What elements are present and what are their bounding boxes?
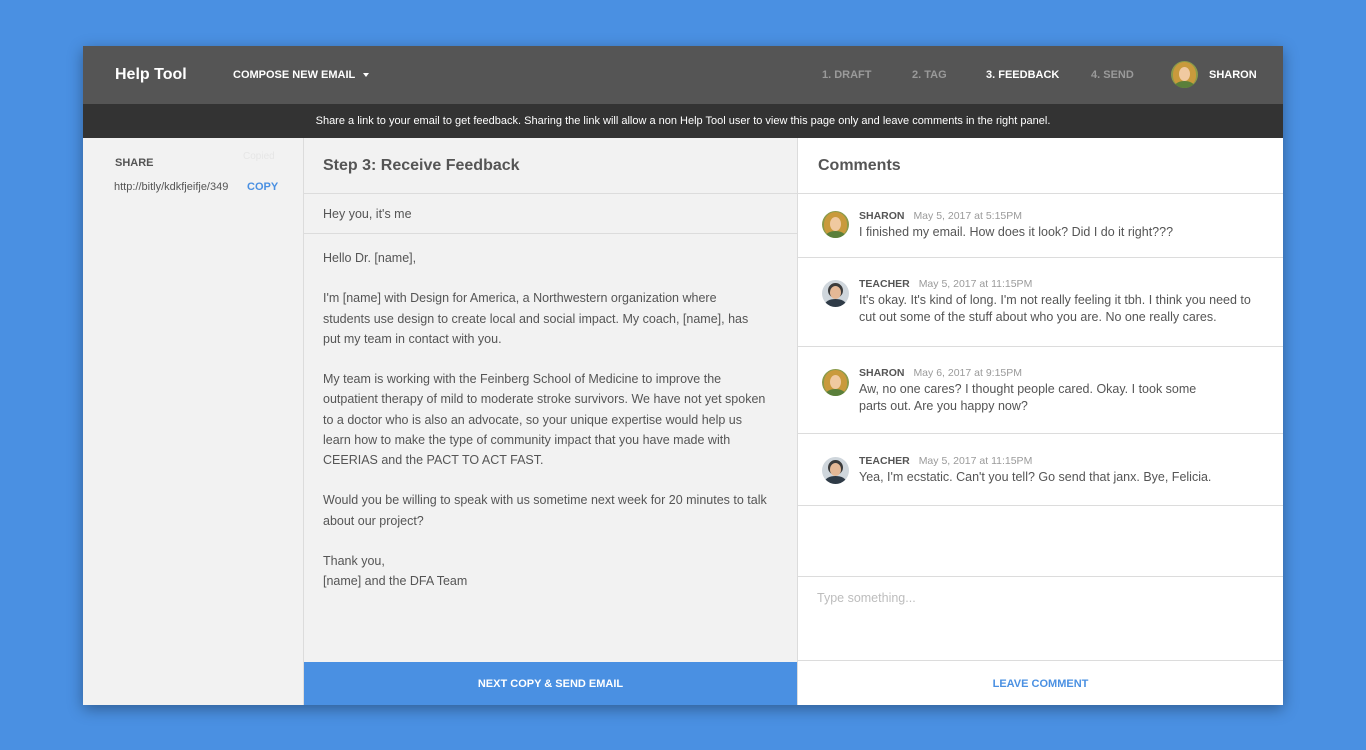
comment-item: SHARON May 6, 2017 at 9:15PM Aw, no one …	[798, 347, 1283, 434]
comment-author: SHARON	[859, 367, 905, 379]
compose-label: COMPOSE NEW EMAIL	[233, 69, 356, 81]
app-window: Help Tool COMPOSE NEW EMAIL 1. DRAFT 2. …	[83, 46, 1283, 705]
teacher-avatar	[822, 457, 849, 484]
share-panel: SHARE Copied http://bitly/kdkfjeifje/349…	[83, 138, 304, 705]
copy-link-button[interactable]: COPY	[247, 181, 278, 193]
step-send[interactable]: 4. SEND	[1091, 69, 1134, 81]
email-paragraph: My team is working with the Feinberg Sch…	[323, 372, 766, 467]
comment-text: Yea, I'm ecstatic. Can't you tell? Go se…	[859, 470, 1212, 484]
comment-input-area	[798, 576, 1283, 661]
teacher-avatar	[822, 280, 849, 307]
share-info-banner: Share a link to your email to get feedba…	[83, 104, 1283, 138]
sharon-avatar	[822, 211, 849, 238]
next-copy-send-button[interactable]: NEXT COPY & SEND EMAIL	[304, 662, 797, 705]
comment-meta: TEACHER May 5, 2017 at 11:15PM	[859, 278, 1032, 290]
main-content: SHARE Copied http://bitly/kdkfjeifje/349…	[83, 138, 1283, 705]
step-tag[interactable]: 2. TAG	[912, 69, 947, 81]
email-body: Hello Dr. [name], I'm [name] with Design…	[304, 234, 797, 591]
comment-text: I finished my email. How does it look? D…	[859, 225, 1174, 239]
caret-down-icon	[363, 73, 370, 77]
step-draft[interactable]: 1. DRAFT	[822, 69, 872, 81]
top-navigation-bar: Help Tool COMPOSE NEW EMAIL 1. DRAFT 2. …	[83, 46, 1283, 104]
comment-time: May 5, 2017 at 5:15PM	[913, 210, 1023, 222]
email-draft-panel: Step 3: Receive Feedback Hey you, it's m…	[304, 138, 798, 705]
share-label: SHARE	[115, 157, 154, 169]
step-feedback[interactable]: 3. FEEDBACK	[986, 69, 1059, 81]
email-paragraph: Hello Dr. [name],	[323, 251, 417, 265]
comment-author: TEACHER	[859, 278, 910, 290]
comment-item: TEACHER May 5, 2017 at 11:15PM Yea, I'm …	[798, 434, 1283, 506]
user-avatar	[1171, 61, 1198, 88]
share-url[interactable]: http://bitly/kdkfjeifje/349	[114, 181, 228, 193]
app-title[interactable]: Help Tool	[115, 66, 187, 84]
comment-meta: SHARON May 5, 2017 at 5:15PM	[859, 210, 1022, 222]
comment-text: Aw, no one cares? I thought people cared…	[859, 382, 1197, 413]
comment-time: May 6, 2017 at 9:15PM	[913, 367, 1023, 379]
comment-item: TEACHER May 5, 2017 at 11:15PM It's okay…	[798, 258, 1283, 347]
copied-indicator: Copied	[243, 151, 275, 162]
email-paragraph: I'm [name] with Design for America, a No…	[323, 291, 749, 346]
comments-title: Comments	[798, 138, 1283, 194]
banner-text: Share a link to your email to get feedba…	[315, 115, 1051, 127]
email-subject: Hey you, it's me	[304, 194, 797, 234]
email-signoff: Thank you,	[323, 553, 385, 568]
email-signature: [name] and the DFA Team	[323, 574, 468, 589]
comment-meta: TEACHER May 5, 2017 at 11:15PM	[859, 455, 1032, 467]
compose-new-email-dropdown[interactable]: COMPOSE NEW EMAIL	[233, 69, 370, 81]
user-name: SHARON	[1209, 68, 1257, 81]
leave-comment-button[interactable]: LEAVE COMMENT	[798, 662, 1283, 705]
comment-item: SHARON May 5, 2017 at 5:15PM I finished …	[798, 194, 1283, 258]
comments-panel: Comments SHARON May 5, 2017 at 5:15PM I …	[798, 138, 1283, 705]
comment-time: May 5, 2017 at 11:15PM	[918, 278, 1033, 290]
comment-time: May 5, 2017 at 11:15PM	[918, 455, 1033, 467]
comment-author: TEACHER	[859, 455, 910, 467]
email-paragraph: Would you be willing to speak with us so…	[323, 493, 767, 528]
comment-input[interactable]	[798, 577, 1283, 660]
sharon-avatar	[822, 369, 849, 396]
page-title: Step 3: Receive Feedback	[304, 138, 797, 194]
comment-author: SHARON	[859, 210, 905, 222]
comment-text: It's okay. It's kind of long. I'm not re…	[859, 293, 1251, 324]
user-menu[interactable]: SHARON	[1171, 61, 1257, 88]
comment-meta: SHARON May 6, 2017 at 9:15PM	[859, 367, 1022, 379]
